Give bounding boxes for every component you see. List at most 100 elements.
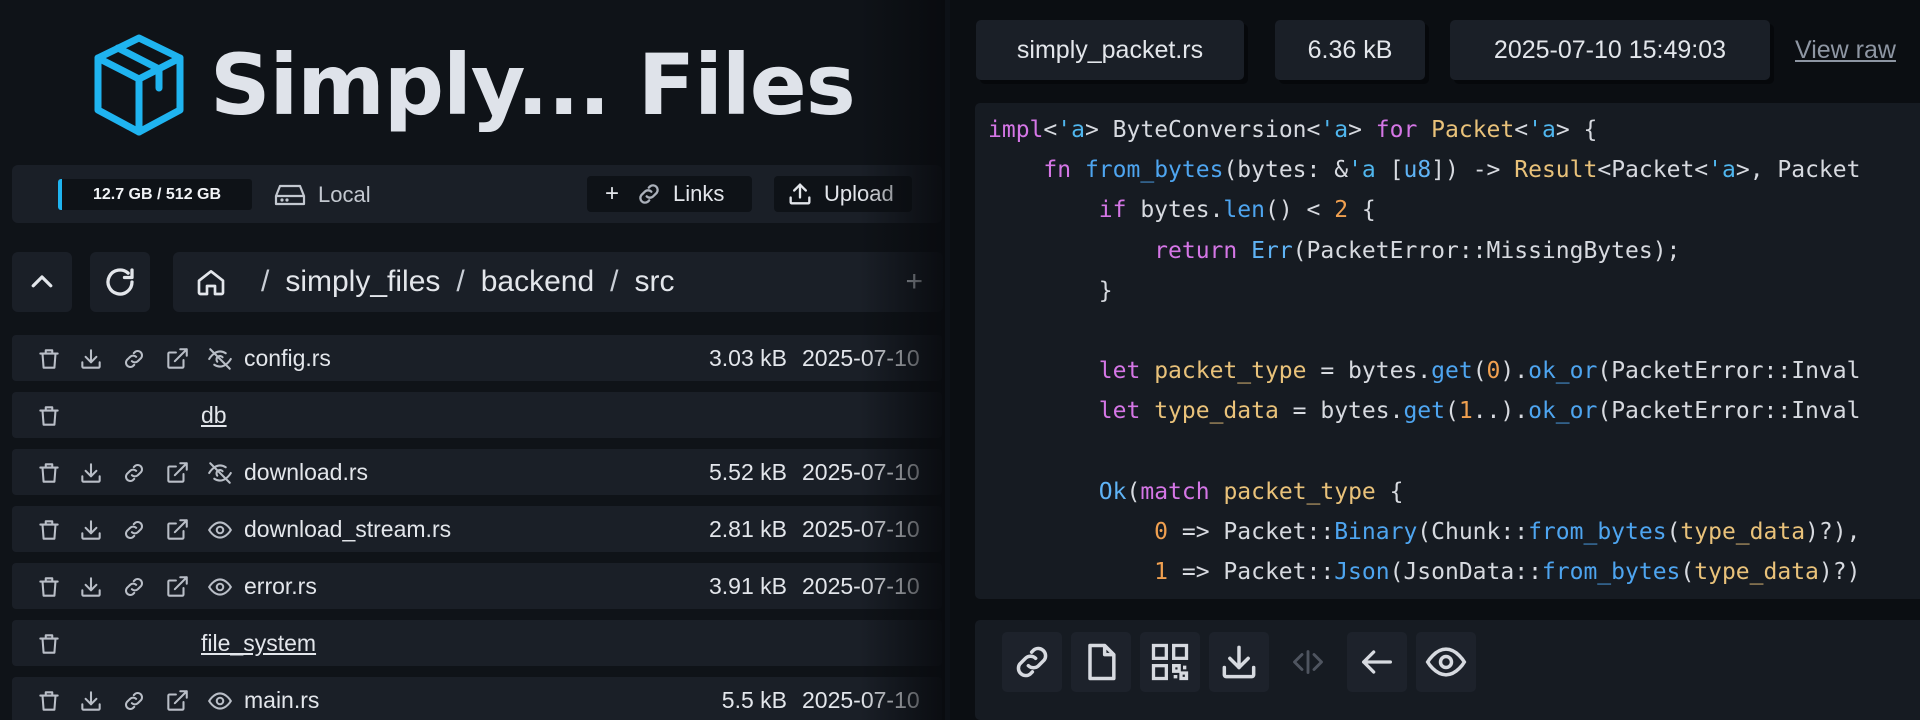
- download-icon[interactable]: [78, 517, 104, 543]
- download-icon[interactable]: [78, 688, 104, 714]
- eye-icon: [1425, 647, 1467, 677]
- preview-filesize: 6.36 kB: [1275, 20, 1425, 80]
- download-icon[interactable]: [78, 346, 104, 372]
- link-icon[interactable]: [121, 574, 147, 600]
- external-link-icon[interactable]: [164, 574, 190, 600]
- eye-off-icon[interactable]: [207, 460, 233, 486]
- upload-label: Upload: [824, 181, 894, 206]
- storage-usage: 12.7 GB / 512 GB: [58, 179, 252, 210]
- download-icon[interactable]: [78, 574, 104, 600]
- file-date: 2025-07-10: [802, 344, 920, 371]
- new-folder-button[interactable]: +: [905, 265, 923, 299]
- location-selector[interactable]: Local: [274, 179, 371, 210]
- link-icon[interactable]: [121, 517, 147, 543]
- collapse-button[interactable]: [12, 252, 72, 312]
- trash-icon[interactable]: [36, 460, 62, 486]
- file-size: 2.81 kB: [709, 515, 787, 542]
- file-preview-panel: simply_packet.rs 6.36 kB 2025-07-10 15:4…: [950, 0, 1920, 720]
- code-icon: [1293, 650, 1323, 674]
- code-line: if bytes.len() < 2 {: [1098, 197, 1376, 224]
- links-label: Links: [673, 181, 725, 206]
- file-list: config.rs 3.03 kB 2025-07-10 db download.rs 5…: [12, 335, 942, 720]
- file-row[interactable]: config.rs 3.03 kB 2025-07-10: [12, 335, 942, 381]
- code-line: Ok(match packet_type {: [1098, 478, 1404, 505]
- file-date: 2025-07-10: [802, 572, 920, 599]
- link-icon[interactable]: [121, 460, 147, 486]
- code-line: 0 => Packet::Binary(Chunk::from_bytes(ty…: [1154, 519, 1861, 545]
- preview-actions: [975, 620, 1920, 720]
- back-button[interactable]: [1347, 632, 1407, 692]
- code-line: impl<'a> ByteConversion<'a> for Packet<'…: [988, 117, 1598, 143]
- breadcrumb-item-src[interactable]: src: [635, 265, 675, 299]
- file-row[interactable]: download.rs 5.52 kB 2025-07-10: [12, 449, 942, 495]
- trash-icon[interactable]: [36, 631, 62, 657]
- folder-name[interactable]: db: [201, 402, 227, 429]
- links-plus: +: [605, 180, 620, 207]
- external-link-icon[interactable]: [164, 346, 190, 372]
- code-line: }: [988, 277, 1113, 304]
- drive-icon: [274, 184, 306, 205]
- file-icon: [1088, 643, 1116, 681]
- file-name[interactable]: main.rs: [244, 687, 319, 714]
- file-name[interactable]: download.rs: [244, 459, 368, 486]
- breadcrumb-separator: /: [261, 265, 270, 298]
- external-link-icon[interactable]: [164, 688, 190, 714]
- file-row[interactable]: main.rs 5.5 kB 2025-07-10: [12, 677, 942, 720]
- preview-filename: simply_packet.rs: [976, 20, 1244, 80]
- breadcrumb-item-simply-files[interactable]: simply_files: [285, 265, 440, 299]
- home-icon[interactable]: [195, 266, 227, 298]
- qr-code-button[interactable]: [1140, 632, 1200, 692]
- file-row[interactable]: error.rs 3.91 kB 2025-07-10: [12, 563, 942, 609]
- file-date: 2025-07-10: [802, 515, 920, 542]
- trash-icon[interactable]: [36, 574, 62, 600]
- view-raw-link[interactable]: View raw: [1795, 36, 1896, 65]
- trash-icon[interactable]: [36, 517, 62, 543]
- trash-icon[interactable]: [36, 403, 62, 429]
- folder-name[interactable]: file_system: [201, 630, 316, 657]
- file-size: 5.52 kB: [709, 458, 787, 485]
- code-viewer: impl<'a> ByteConversion<'a> for Packet<'…: [975, 103, 1920, 599]
- eye-off-icon[interactable]: [207, 346, 233, 372]
- file-date: 2025-07-10: [802, 686, 920, 713]
- breadcrumb-separator: /: [610, 265, 619, 298]
- breadcrumb-item-backend[interactable]: backend: [481, 265, 594, 299]
- file-row[interactable]: download_stream.rs 2.81 kB 2025-07-10: [12, 506, 942, 552]
- eye-icon[interactable]: [207, 574, 233, 600]
- visibility-button[interactable]: [1416, 632, 1476, 692]
- download-icon[interactable]: [78, 460, 104, 486]
- folder-row[interactable]: db: [12, 392, 942, 438]
- eye-icon[interactable]: [207, 517, 233, 543]
- file-name[interactable]: download_stream.rs: [244, 516, 451, 543]
- file-size: 5.5 kB: [721, 686, 787, 713]
- file-size: 3.03 kB: [709, 344, 787, 371]
- upload-button[interactable]: Upload: [774, 176, 912, 212]
- external-link-icon[interactable]: [164, 517, 190, 543]
- copy-link-button[interactable]: [1002, 632, 1062, 692]
- link-icon: [639, 184, 659, 204]
- file-name[interactable]: config.rs: [244, 345, 331, 372]
- file-name[interactable]: error.rs: [244, 573, 317, 600]
- external-link-icon[interactable]: [164, 460, 190, 486]
- code-line: 1 => Packet::Json(JsonData::from_bytes(t…: [1154, 559, 1861, 586]
- app-logo: Simply... Files: [88, 30, 856, 140]
- code-line: let packet_type = bytes.get(0).ok_or(Pac…: [1098, 358, 1861, 385]
- trash-icon[interactable]: [36, 346, 62, 372]
- links-button[interactable]: + Links: [587, 176, 752, 212]
- download-button[interactable]: [1209, 632, 1269, 692]
- preview-modified: 2025-07-10 15:49:03: [1450, 20, 1770, 80]
- refresh-button[interactable]: [90, 252, 150, 312]
- upload-icon: [789, 183, 811, 205]
- qr-code-icon: [1151, 643, 1189, 681]
- folder-row[interactable]: file_system: [12, 620, 942, 666]
- code-line: return Err(PacketError::MissingBytes);: [1154, 237, 1681, 264]
- breadcrumb-separator: /: [456, 265, 465, 298]
- chevron-up-icon: [31, 275, 53, 288]
- eye-icon[interactable]: [207, 688, 233, 714]
- link-icon[interactable]: [121, 346, 147, 372]
- open-file-button[interactable]: [1071, 632, 1131, 692]
- link-icon[interactable]: [121, 688, 147, 714]
- app-title: Simply... Files: [210, 36, 856, 134]
- file-date: 2025-07-10: [802, 458, 920, 485]
- file-browser-panel: Simply... Files 12.7 GB / 512 GB Local +…: [0, 0, 945, 720]
- trash-icon[interactable]: [36, 688, 62, 714]
